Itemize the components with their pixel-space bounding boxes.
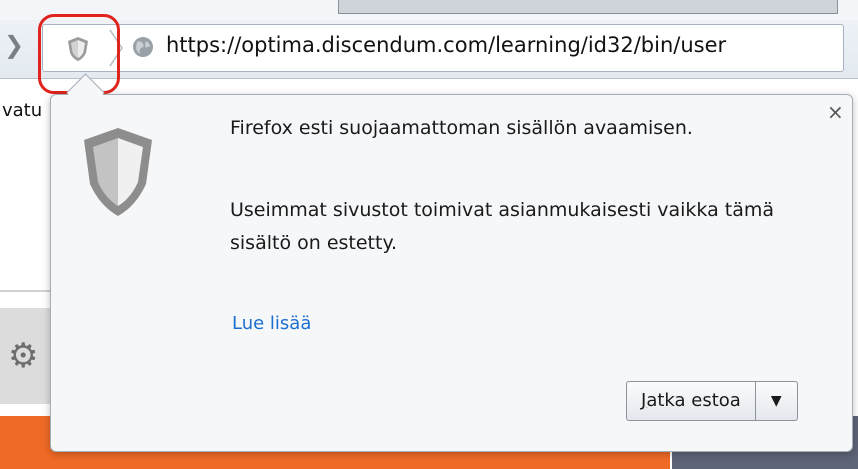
top-bar [338,0,838,14]
gears-icon[interactable]: ⚙ [8,336,38,376]
page-sidebar-text: vatu [2,100,43,121]
popup-body: Useimmat sivustot toimivat asianmukaises… [230,199,775,254]
keep-blocking-button[interactable]: Jatka estoa [626,381,756,421]
popup-title: Firefox esti suojaamattoman sisällön ava… [230,117,693,139]
keep-blocking-split-button: Jatka estoa ▼ [626,381,798,421]
learn-more-link[interactable]: Lue lisää [232,313,311,334]
dropdown-arrow-button[interactable]: ▼ [755,381,798,421]
back-button-icon[interactable]: ❯ [4,30,24,60]
close-button[interactable]: × [827,100,844,124]
globe-icon [133,37,153,57]
shield-large-icon [84,128,152,216]
url-text[interactable]: https://optima.discendum.com/learning/id… [166,33,726,57]
